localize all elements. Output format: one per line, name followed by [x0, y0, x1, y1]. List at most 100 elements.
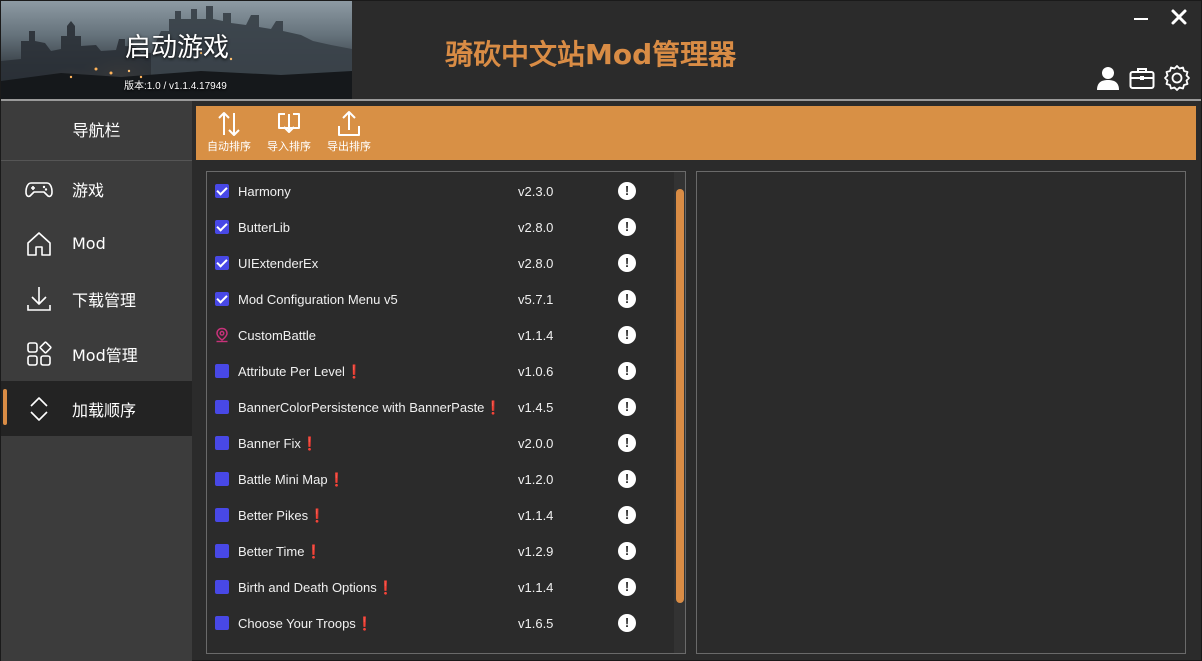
load-order-toolbar: 自动排序 导入排序 导出排序: [196, 106, 1196, 160]
mod-enable-checkbox[interactable]: [215, 616, 229, 630]
warning-exclamation-icon: ❗: [309, 508, 326, 523]
mod-info-icon[interactable]: !: [618, 254, 636, 272]
mod-enable-checkbox[interactable]: [215, 184, 229, 198]
mod-version: v2.8.0: [518, 256, 554, 271]
mod-name-text: Better Pikes: [238, 508, 309, 523]
mod-enable-checkbox[interactable]: [215, 544, 229, 558]
sidebar: 导航栏 游戏 Mod 下载管理 Mod管理 加载顺序: [1, 101, 192, 661]
warning-exclamation-icon: ❗: [301, 436, 319, 451]
mod-version: v5.7.1: [518, 292, 554, 307]
auto-sort-button[interactable]: 自动排序: [207, 110, 251, 154]
mod-version: v1.1.4: [518, 328, 554, 343]
mod-info-icon[interactable]: !: [618, 434, 636, 452]
warning-exclamation-icon: ❗: [305, 544, 322, 559]
mod-name-text: CustomBattle: [238, 328, 317, 343]
mod-name-text: Harmony: [238, 184, 291, 199]
export-icon: [338, 111, 360, 136]
mod-name: UIExtenderEx: [238, 256, 318, 271]
app-window: 启动游戏 版本:1.0 / v1.1.4.17949 骑砍中文站Mod管理器 导…: [0, 0, 1202, 661]
warning-exclamation-icon: ❗: [356, 616, 373, 631]
version-label: 版本:1.0 / v1.1.4.17949: [124, 81, 227, 92]
mod-row[interactable]: CustomBattle v1.1.4!: [207, 317, 677, 353]
minimize-button[interactable]: [1129, 5, 1153, 29]
mod-version: v1.4.5: [518, 400, 554, 415]
mod-info-icon[interactable]: !: [618, 614, 636, 632]
mod-version: v1.1.4: [518, 508, 554, 523]
mod-info-icon[interactable]: !: [618, 398, 636, 416]
mod-row[interactable]: Harmony v2.3.0!: [207, 173, 677, 209]
mod-info-icon[interactable]: !: [618, 182, 636, 200]
briefcase-icon[interactable]: [1128, 64, 1156, 92]
sidebar-item-downloads[interactable]: 下载管理: [1, 271, 192, 326]
mod-name: Birth and Death Options❗: [238, 580, 394, 596]
mod-enable-checkbox[interactable]: [215, 508, 229, 522]
mod-enable-checkbox[interactable]: [215, 292, 229, 306]
sidebar-item-load-order[interactable]: 加载顺序: [1, 381, 192, 436]
mod-row[interactable]: Banner Fix❗ v2.0.0!: [207, 425, 677, 461]
mod-info-icon[interactable]: !: [618, 578, 636, 596]
warning-exclamation-icon: ❗: [485, 400, 502, 415]
settings-gear-icon[interactable]: [1163, 64, 1191, 92]
import-icon: [278, 113, 300, 133]
gamepad-icon: [25, 181, 53, 197]
sidebar-item-mod[interactable]: Mod: [1, 216, 192, 271]
mod-enable-checkbox[interactable]: [215, 364, 229, 378]
mod-version: v2.0.0: [518, 436, 554, 451]
mod-row[interactable]: BannerColorPersistence with BannerPaste❗…: [207, 389, 677, 425]
mod-load-order-list[interactable]: Harmony v2.3.0! ButterLib v2.8.0! UIExtender…: [206, 171, 686, 654]
home-icon: [27, 231, 51, 256]
mod-name: Better Pikes❗: [238, 508, 325, 524]
mod-name-text: Better Time: [238, 544, 305, 559]
mod-row[interactable]: Birth and Death Options❗ v1.1.4!: [207, 569, 677, 605]
mod-name-text: UIExtenderEx: [238, 256, 319, 271]
sort-updown-icon: [218, 112, 240, 136]
mod-row[interactable]: Attribute Per Level❗ v1.0.6!: [207, 353, 677, 389]
mod-row[interactable]: UIExtenderEx v2.8.0!: [207, 245, 677, 281]
mod-enable-checkbox[interactable]: [215, 580, 229, 594]
scrollbar-thumb[interactable]: [676, 189, 684, 603]
import-sort-label: 导入排序: [267, 140, 311, 153]
mod-name-text: Attribute Per Level: [238, 364, 345, 379]
mod-name: Better Time❗: [238, 544, 322, 560]
mod-row[interactable]: Battle Mini Map❗ v1.2.0!: [207, 461, 677, 497]
mod-enable-checkbox[interactable]: [215, 436, 229, 450]
sidebar-title: 导航栏: [1, 101, 192, 161]
mod-name-text: Birth and Death Options: [238, 580, 377, 595]
sidebar-item-mod-management[interactable]: Mod管理: [1, 326, 192, 381]
launch-game-title[interactable]: 启动游戏: [125, 27, 229, 64]
close-button[interactable]: [1167, 5, 1191, 29]
location-pin-icon[interactable]: [214, 327, 230, 343]
user-icon[interactable]: [1094, 64, 1122, 92]
mod-version: v2.8.0: [518, 220, 554, 235]
mod-row[interactable]: Better Time❗ v1.2.9!: [207, 533, 677, 569]
launch-game-banner[interactable]: 启动游戏 版本:1.0 / v1.1.4.17949: [1, 1, 352, 99]
mod-info-icon[interactable]: !: [618, 326, 636, 344]
mod-info-icon[interactable]: !: [618, 218, 636, 236]
mod-version: v1.0.6: [518, 364, 554, 379]
export-sort-button[interactable]: 导出排序: [327, 110, 371, 154]
warning-exclamation-icon: ❗: [345, 364, 363, 379]
mod-enable-checkbox[interactable]: [215, 220, 229, 234]
mod-row[interactable]: Mod Configuration Menu v5 v5.7.1!: [207, 281, 677, 317]
mod-name: Attribute Per Level❗: [238, 364, 362, 380]
mod-enable-checkbox[interactable]: [215, 472, 229, 486]
warning-exclamation-icon: ❗: [328, 472, 345, 487]
mod-info-icon[interactable]: !: [618, 362, 636, 380]
sidebar-item-game[interactable]: 游戏: [1, 161, 192, 216]
mod-row[interactable]: Better Pikes❗ v1.1.4!: [207, 497, 677, 533]
mod-row[interactable]: ButterLib v2.8.0!: [207, 209, 677, 245]
mod-row[interactable]: Choose Your Troops❗ v1.6.5!: [207, 605, 677, 641]
mod-enable-checkbox[interactable]: [215, 400, 229, 414]
mod-version: v1.2.0: [518, 472, 554, 487]
download-icon: [27, 286, 51, 311]
mod-info-icon[interactable]: !: [618, 290, 636, 308]
mod-name-text: Mod Configuration Menu v5: [238, 292, 398, 307]
mod-info-icon[interactable]: !: [618, 506, 636, 524]
mod-name: Choose Your Troops❗: [238, 616, 373, 632]
mod-name: ButterLib: [238, 220, 290, 235]
mod-info-icon[interactable]: !: [618, 542, 636, 560]
mod-info-icon[interactable]: !: [618, 470, 636, 488]
import-sort-button[interactable]: 导入排序: [267, 110, 311, 154]
mod-enable-checkbox[interactable]: [215, 256, 229, 270]
mod-name: Banner Fix❗: [238, 436, 318, 452]
